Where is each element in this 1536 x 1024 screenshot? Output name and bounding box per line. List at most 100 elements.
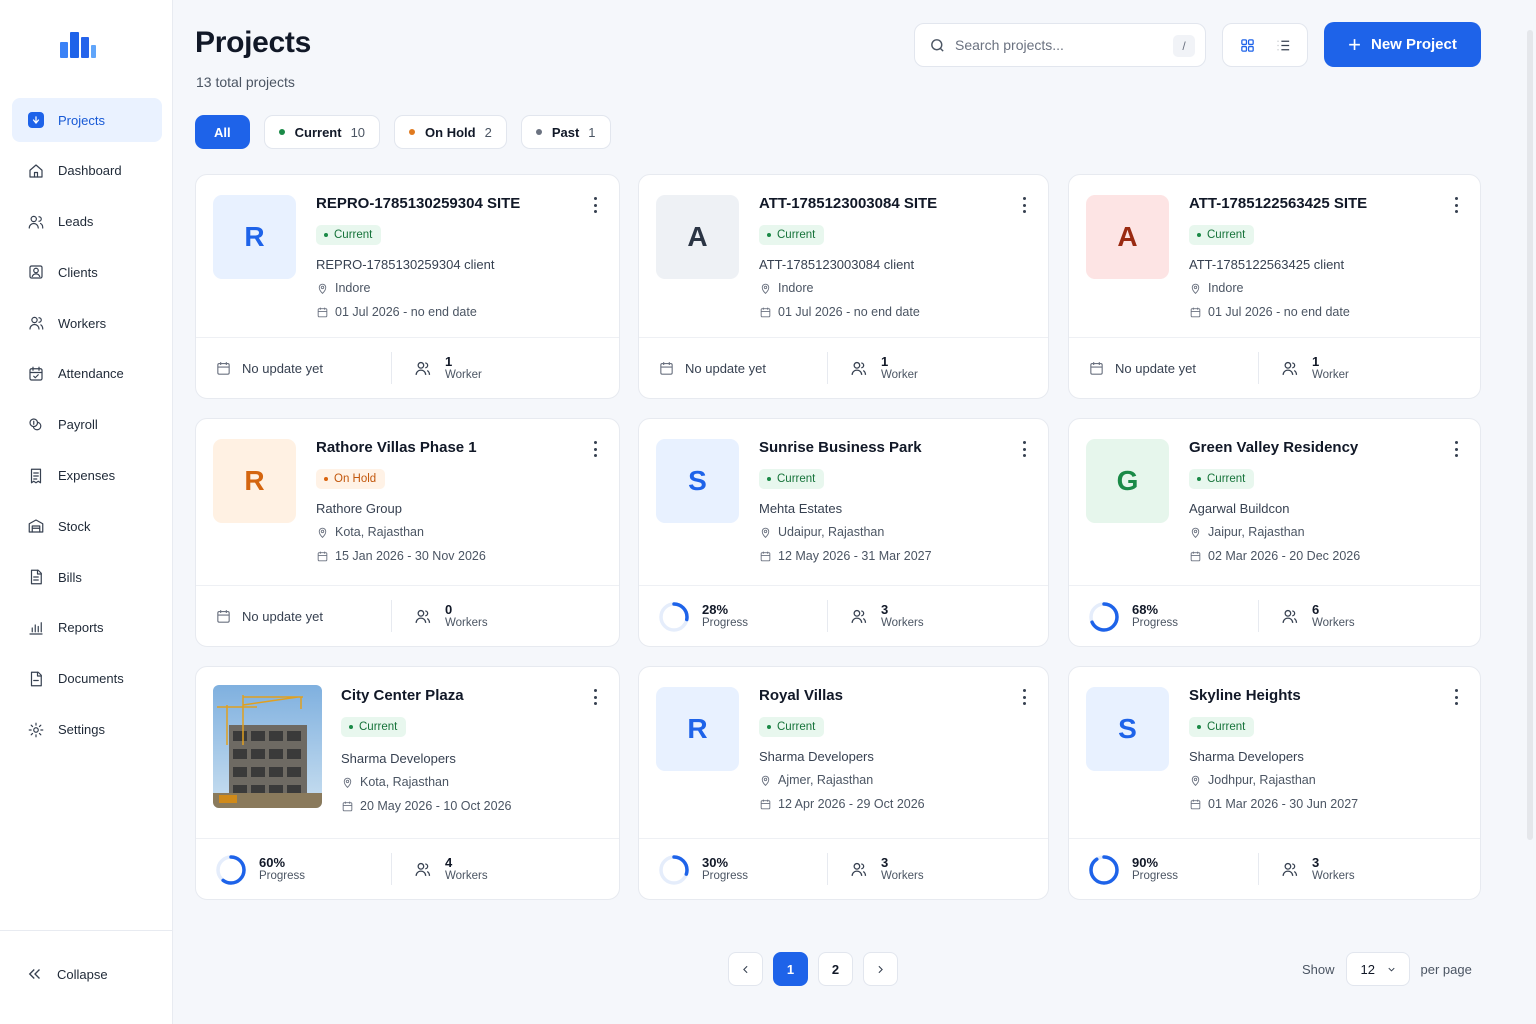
contact-icon (26, 262, 46, 282)
sidebar-item-bills[interactable]: Bills (12, 555, 162, 599)
location-pin-icon (761, 775, 770, 786)
more-options-icon[interactable] (1016, 195, 1032, 215)
card-footer: No update yet 0 Workers (196, 585, 619, 646)
location-pin-icon (1191, 527, 1200, 538)
card-footer: 90% Progress 3 Workers (1069, 838, 1480, 899)
page-1-button[interactable]: 1 (773, 952, 808, 986)
filter-all[interactable]: All (195, 115, 250, 149)
per-page-control: Show 12 per page (1302, 952, 1472, 986)
status-badge: Current (341, 717, 407, 737)
sidebar-item-reports[interactable]: Reports (12, 606, 162, 650)
filter-current[interactable]: Current 10 (263, 115, 381, 149)
workers-number: 1 (881, 353, 889, 369)
list-view-button[interactable] (1268, 30, 1298, 60)
sidebar-item-projects[interactable]: Projects (12, 98, 162, 142)
sidebar-item-clients[interactable]: Clients (12, 250, 162, 294)
card-footer: No update yet 1 Worker (639, 337, 1048, 398)
project-card[interactable]: S Sunrise Business Park Current Mehta Estat… (638, 418, 1049, 647)
progress-value: 68% (1132, 601, 1159, 617)
more-options-icon[interactable] (1448, 195, 1464, 215)
more-options-icon[interactable] (1016, 687, 1032, 707)
scrollbar[interactable] (1527, 30, 1533, 840)
prev-page-button[interactable] (728, 952, 763, 986)
progress-indicator: 60% Progress (215, 839, 305, 899)
project-name[interactable]: ATT-1785123003084 SITE (759, 195, 937, 212)
worker-count: 3 Workers (1280, 839, 1355, 899)
sidebar-item-settings[interactable]: Settings (12, 708, 162, 752)
client-name: ATT-1785123003084 client (759, 257, 915, 272)
workers-icon (1282, 862, 1298, 876)
grid-view-button[interactable] (1232, 30, 1262, 60)
project-name[interactable]: Royal Villas (759, 687, 843, 704)
footer-divider (1258, 600, 1259, 632)
avatar-initial: A (1117, 221, 1138, 252)
project-card[interactable]: A ATT-1785122563425 SITE Current ATT-178512… (1068, 174, 1481, 399)
sidebar-item-workers[interactable]: Workers (12, 301, 162, 345)
project-name[interactable]: Sunrise Business Park (759, 439, 922, 456)
last-update-text: No update yet (242, 609, 323, 624)
project-dates: 02 Mar 2026 - 20 Dec 2026 (1189, 549, 1360, 563)
project-location: Ajmer, Rajasthan (759, 773, 873, 787)
filter-label: On Hold (425, 124, 476, 140)
workers-icon (415, 361, 431, 375)
page-2-button[interactable]: 2 (818, 952, 853, 986)
collapse-button[interactable]: Collapse (26, 965, 108, 983)
calendar-icon (217, 610, 230, 623)
project-avatar: G (1086, 439, 1169, 523)
avatar-initial: G (1116, 465, 1139, 496)
more-options-icon[interactable] (1448, 687, 1464, 707)
status-text: Current (359, 721, 398, 733)
more-options-icon[interactable] (1016, 439, 1032, 459)
location-pin-icon (1191, 775, 1200, 786)
project-name[interactable]: Skyline Heights (1189, 687, 1301, 704)
sidebar-item-dashboard[interactable]: Dashboard (12, 149, 162, 193)
project-card[interactable]: A ATT-1785123003084 SITE Current ATT-178512… (638, 174, 1049, 399)
sidebar-nav: Projects Dashboard Leads Clients Workers Atte… (12, 98, 162, 758)
project-name[interactable]: City Center Plaza (341, 687, 464, 704)
location-pin-icon (1191, 283, 1200, 294)
search-box[interactable]: / (914, 23, 1206, 67)
more-options-icon[interactable] (587, 439, 603, 459)
sidebar-item-stock[interactable]: Stock (12, 504, 162, 548)
project-card[interactable]: City Center Plaza Current Sharma Developer… (195, 666, 620, 900)
project-thumbnail (213, 685, 322, 808)
avatar-initial: S (688, 465, 707, 496)
sidebar-item-documents[interactable]: Documents (12, 657, 162, 701)
status-text: Current (777, 229, 816, 241)
project-card[interactable]: G Green Valley Residency Current Agarwal Bu… (1068, 418, 1481, 647)
more-options-icon[interactable] (587, 195, 603, 215)
project-card[interactable]: R Rathore Villas Phase 1 On Hold Rathore Gr… (195, 418, 620, 647)
filter-on-hold[interactable]: On Hold 2 (394, 115, 507, 149)
file-text-icon (26, 567, 46, 587)
project-name[interactable]: REPRO-1785130259304 SITE (316, 195, 520, 212)
location-text: Udaipur, Rajasthan (778, 525, 885, 539)
project-card[interactable]: S Skyline Heights Current Sharma Developers… (1068, 666, 1481, 900)
sidebar-item-leads[interactable]: Leads (12, 200, 162, 244)
chevrons-left-icon (28, 969, 40, 979)
filter-label: Past (551, 124, 580, 140)
sidebar-item-payroll[interactable]: Payroll (12, 403, 162, 447)
filter-past[interactable]: Past 1 (520, 115, 611, 149)
project-name[interactable]: Green Valley Residency (1189, 439, 1358, 456)
new-project-button[interactable]: + New Project (1324, 22, 1481, 67)
sidebar-item-attendance[interactable]: Attendance (12, 352, 162, 396)
list-icon (1277, 40, 1289, 50)
workers-label: Worker (881, 369, 918, 382)
users-icon (26, 212, 46, 232)
workers-icon (1282, 361, 1298, 375)
sidebar-item-expenses[interactable]: Expenses (12, 454, 162, 498)
project-card[interactable]: R Royal Villas Current Sharma Developers Ajm… (638, 666, 1049, 900)
calendar-icon (217, 362, 230, 375)
project-name[interactable]: ATT-1785122563425 SITE (1189, 195, 1367, 212)
new-project-label: New Project (1370, 36, 1457, 53)
progress-ring-icon (216, 854, 246, 885)
project-location: Kota, Rajasthan (316, 525, 424, 539)
project-card[interactable]: R REPRO-1785130259304 SITE Current REPRO-17… (195, 174, 620, 399)
search-input[interactable] (955, 37, 1155, 53)
more-options-icon[interactable] (587, 687, 603, 707)
next-page-button[interactable] (863, 952, 898, 986)
project-name[interactable]: Rathore Villas Phase 1 (316, 439, 477, 456)
per-page-select[interactable]: 12 (1345, 952, 1410, 986)
last-update: No update yet (215, 586, 323, 646)
more-options-icon[interactable] (1448, 439, 1464, 459)
